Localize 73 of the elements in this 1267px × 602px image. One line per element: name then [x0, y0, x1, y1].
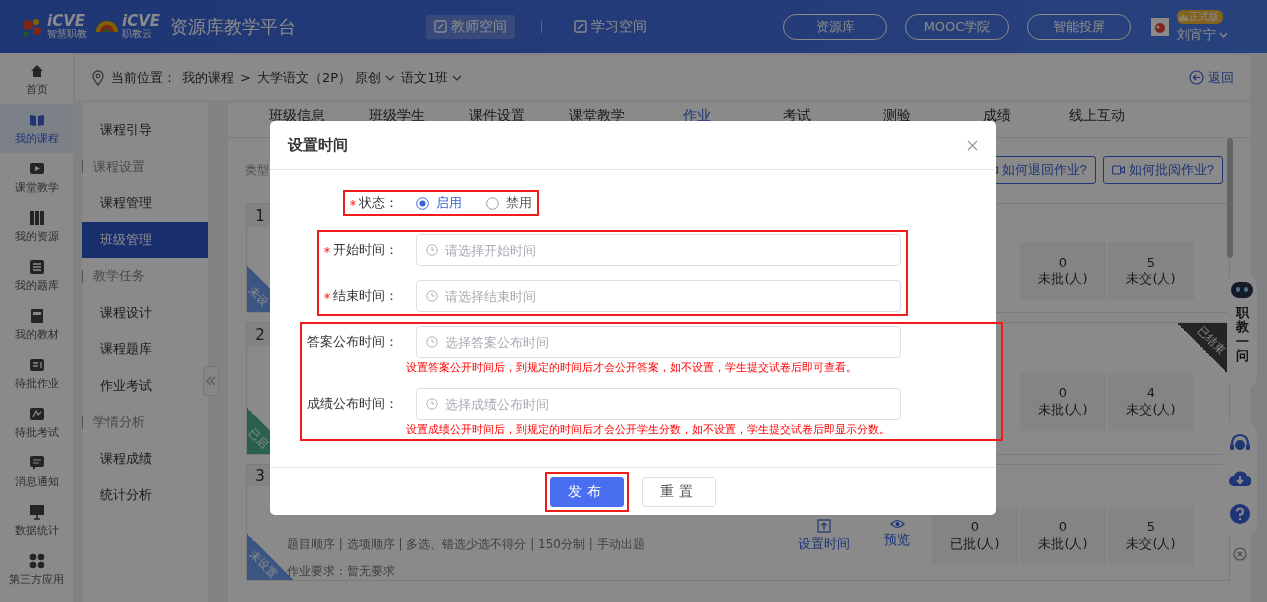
card-number: 1	[247, 204, 273, 227]
version-badge: 正式版	[1177, 9, 1223, 24]
stat-label: 未批(人)	[1038, 271, 1088, 288]
nav-item[interactable]: 我的教材	[0, 300, 73, 349]
stat-value: 4	[1146, 385, 1156, 402]
tab[interactable]: 线上互动	[1047, 103, 1147, 137]
stat-label: 未批(人)	[1038, 535, 1088, 552]
breadcrumb-separator: >	[240, 70, 251, 85]
space-tab[interactable]: 学习空间	[568, 15, 653, 38]
menu-item[interactable]: 课程成绩	[82, 440, 208, 477]
field-label: 结束时间：	[333, 287, 398, 305]
breadcrumb-dropdown[interactable]: 大学语文（2P） 原创	[256, 68, 396, 87]
stat-label: 未交(人)	[1126, 535, 1176, 552]
site-title: 资源库教学平台	[170, 14, 296, 39]
menu-item[interactable]: 课程设计	[82, 294, 208, 331]
logo-caption: 智慧职教	[47, 29, 87, 39]
time-picker-field[interactable]: 选择成绩公布时间	[416, 388, 901, 420]
stat-value: 0	[1058, 254, 1068, 271]
menu-section-title: 教学任务	[93, 267, 145, 286]
menu-item[interactable]: 课程题库	[82, 331, 208, 368]
card-action[interactable]: 预览	[884, 518, 910, 553]
stat-label: 未交(人)	[1126, 401, 1176, 418]
nav-item[interactable]: 消息通知	[0, 447, 73, 496]
location-label: 当前位置：	[111, 68, 176, 87]
radio-option[interactable]: 禁用	[486, 194, 532, 212]
stat-value: 0	[1058, 519, 1068, 536]
nav-item[interactable]: 我的题库	[0, 251, 73, 300]
card-number: 2	[247, 323, 273, 346]
nav-item[interactable]: 待批考试	[0, 398, 73, 447]
logo-text: iCVE	[122, 14, 160, 29]
dialog-title: 设置时间	[288, 135, 348, 155]
stat-value: 0	[1058, 385, 1068, 402]
stat-label: 未交(人)	[1126, 271, 1176, 288]
radio-option[interactable]: 启用	[416, 194, 462, 212]
card-number: 3	[247, 465, 273, 486]
breadcrumb-link[interactable]: 我的课程	[182, 68, 234, 87]
nav-item[interactable]: 我的资源	[0, 202, 73, 251]
help-button[interactable]: 如何批阅作业?	[1102, 156, 1223, 184]
menu-item[interactable]: 课程管理	[82, 185, 208, 222]
menu-item[interactable]: 统计分析	[82, 477, 208, 514]
nav-item[interactable]: 我的课程	[0, 104, 73, 153]
card-action[interactable]: 设置时间	[798, 518, 850, 553]
menu-section-title: 学情分析	[93, 413, 145, 432]
menu-item[interactable]: 课程引导	[82, 112, 208, 149]
stat-value: 5	[1146, 519, 1156, 536]
publish-button[interactable]: 发布	[550, 476, 624, 507]
menu-section-title: 课程设置	[93, 157, 145, 176]
stat-label: 未批(人)	[1038, 401, 1088, 418]
nav-item[interactable]: 待批作业	[0, 349, 73, 398]
time-picker-field[interactable]: 请选择开始时间	[416, 234, 901, 266]
field-label: 答案公布时间：	[307, 333, 398, 351]
hint-text: 设置答案公开时间后，到规定的时间后才会公开答案，如不设置，学生提交试卷后即可查看。	[406, 360, 858, 375]
user-menu[interactable]: 刘宵宁	[1177, 25, 1228, 44]
breadcrumb-dropdown[interactable]: 语文1班	[401, 68, 463, 87]
field-label: 状态：	[359, 194, 398, 212]
stat-value: 0	[970, 519, 980, 536]
back-link[interactable]: 返回	[1189, 68, 1234, 87]
reset-button[interactable]: 重置	[642, 476, 716, 507]
menu-item[interactable]: 班级管理	[82, 221, 208, 258]
hint-text: 设置成绩公开时间后，到规定的时间后才会公开学生分数，如不设置，学生提交试卷后即显示分数。	[406, 422, 891, 437]
field-label: 开始时间：	[333, 241, 398, 259]
assistant-widget[interactable]: 职教一问	[1227, 272, 1257, 390]
nav-item[interactable]: 首页	[0, 55, 73, 104]
nav-item[interactable]: 课堂教学	[0, 153, 73, 202]
logo-text: iCVE	[47, 14, 85, 29]
logo-caption: 职教云	[122, 29, 153, 39]
stat-label: 已批(人)	[950, 535, 1000, 552]
nav-item[interactable]: 数据统计	[0, 496, 73, 545]
field-label: 成绩公布时间：	[307, 395, 398, 413]
time-picker-field[interactable]: 选择答案公布时间	[416, 326, 901, 358]
filter-label: 类型	[245, 161, 269, 179]
time-picker-field[interactable]: 请选择结束时间	[416, 280, 901, 312]
stat-value: 5	[1146, 254, 1156, 271]
